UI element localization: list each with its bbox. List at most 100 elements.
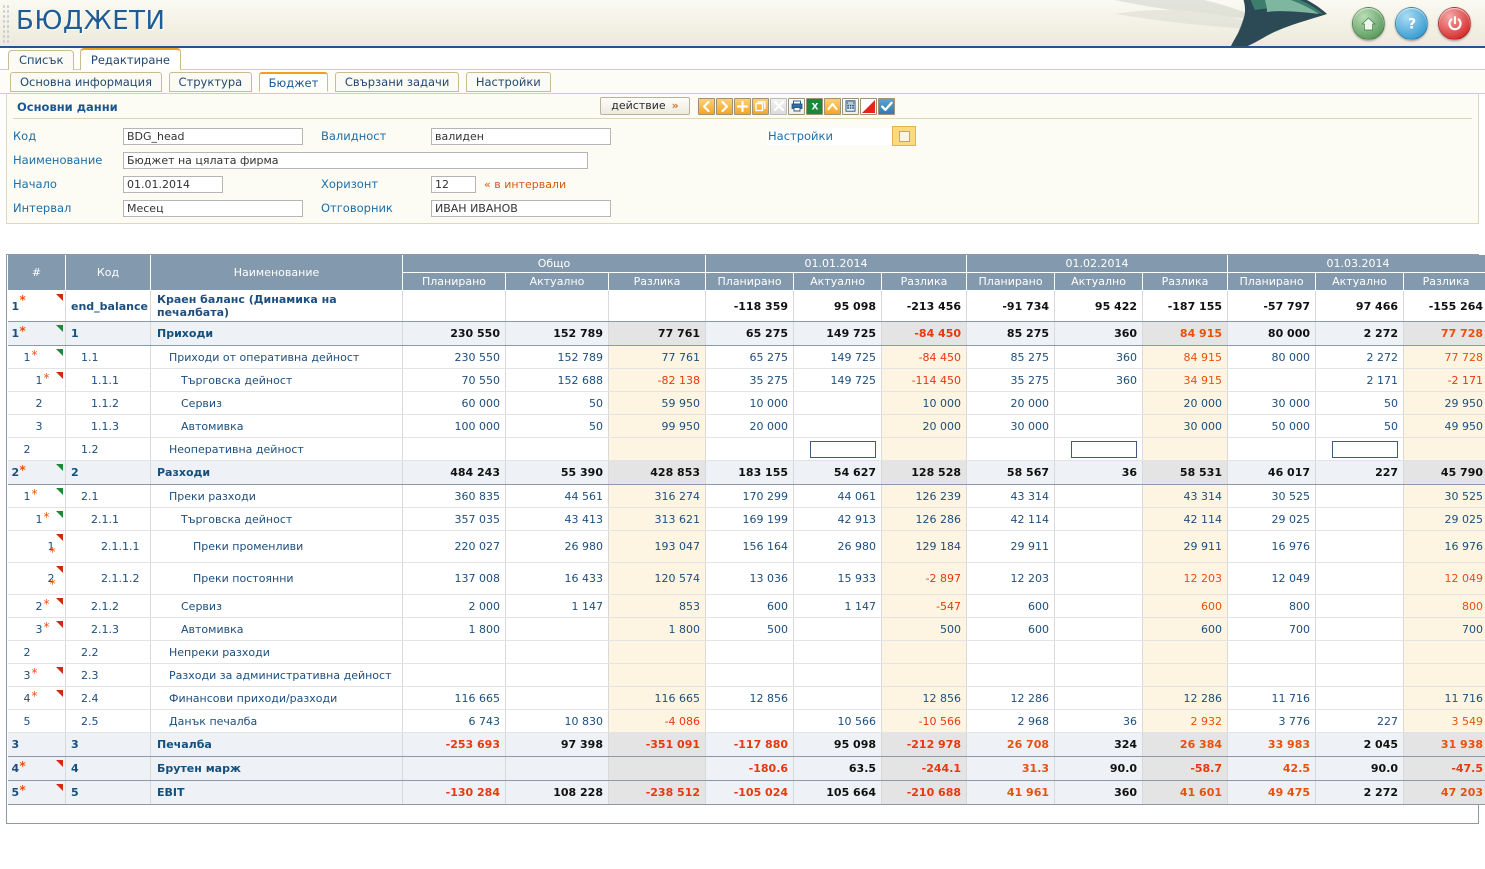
value-cell[interactable]: 15 933	[793, 562, 883, 595]
col-m2-planirano[interactable]: Планирано	[966, 272, 1056, 291]
row-code-cell[interactable]: 2.1	[65, 484, 151, 508]
value-cell[interactable]: 29 025	[1227, 507, 1317, 531]
col-m1-planirano[interactable]: Планирано	[705, 272, 795, 291]
table-row[interactable]: 3 * 2.1.3 Автомивка 1 800 1 800 500 500 600 600 70…	[7, 617, 1485, 641]
value-cell[interactable]: -47.5	[1403, 756, 1485, 781]
row-index-cell[interactable]: 2	[7, 640, 66, 664]
subtab-nastroyki[interactable]: Настройки	[465, 72, 551, 92]
value-cell[interactable]: 116 665	[402, 686, 506, 710]
add-plus-icon[interactable]	[734, 97, 751, 115]
validity-input[interactable]	[431, 127, 611, 145]
value-cell[interactable]: 1 147	[505, 594, 609, 618]
row-name-cell[interactable]: Приходи от оперативна дейност	[150, 345, 403, 369]
value-cell[interactable]: 42 114	[1142, 507, 1229, 531]
value-cell[interactable]: 1 147	[793, 594, 883, 618]
row-index-cell[interactable]: 3	[7, 414, 66, 438]
table-row[interactable]: 2 * 2.1.1.2 Преки постоянни 137 008 16 433 120…	[7, 562, 1485, 595]
value-cell[interactable]: 12 286	[1142, 686, 1229, 710]
value-cell[interactable]: 59 950	[608, 391, 707, 415]
value-cell[interactable]: -187 155	[1142, 290, 1229, 322]
value-cell[interactable]: 90.0	[1315, 756, 1405, 781]
up-arrow-icon[interactable]	[824, 97, 841, 115]
value-cell[interactable]: -2 897	[881, 562, 968, 595]
value-cell[interactable]: 316 274	[608, 484, 707, 508]
value-cell[interactable]: 2 272	[1315, 780, 1405, 805]
value-cell[interactable]: 12 049	[1403, 562, 1485, 595]
value-cell[interactable]: 120 574	[608, 562, 707, 595]
value-cell[interactable]: 137 008	[402, 562, 506, 595]
value-cell[interactable]	[1142, 437, 1229, 461]
row-index-cell[interactable]: 1 *	[7, 484, 66, 508]
value-cell[interactable]: 313 621	[608, 507, 707, 531]
value-cell[interactable]	[1054, 640, 1144, 664]
row-name-cell[interactable]: Брутен марж	[150, 756, 403, 781]
value-cell[interactable]: 500	[881, 617, 968, 641]
budget-grid[interactable]: # Код Наименование Общо 01.01.2014 01.02…	[6, 254, 1485, 824]
value-cell[interactable]: 6 743	[402, 709, 506, 733]
row-index-cell[interactable]: 2 *	[7, 460, 66, 485]
subtab-struktura[interactable]: Структура	[168, 72, 253, 92]
value-cell[interactable]: 169 199	[705, 507, 795, 531]
row-name-cell[interactable]: Неоперативна дейност	[150, 437, 403, 461]
row-name-cell[interactable]: Печалба	[150, 732, 403, 757]
value-cell[interactable]: -10 566	[881, 709, 968, 733]
value-cell[interactable]: 853	[608, 594, 707, 618]
row-name-cell[interactable]: Търговска дейност	[150, 368, 403, 392]
value-cell[interactable]	[402, 640, 506, 664]
value-cell[interactable]	[793, 617, 883, 641]
value-cell[interactable]: -57 797	[1227, 290, 1317, 322]
value-cell[interactable]: -238 512	[608, 780, 707, 805]
col-m3-razlika[interactable]: Разлика	[1403, 272, 1485, 291]
row-code-cell[interactable]: 5	[65, 780, 151, 805]
row-index-cell[interactable]: 5 *	[7, 780, 66, 805]
value-cell[interactable]: -253 693	[402, 732, 506, 757]
col-m1-razlika[interactable]: Разлика	[881, 272, 968, 291]
value-cell[interactable]: 13 036	[705, 562, 795, 595]
value-cell[interactable]: 227	[1315, 460, 1405, 485]
row-code-cell[interactable]: 2.1.1.2	[65, 562, 151, 595]
row-index-cell[interactable]: 1 *	[7, 368, 66, 392]
table-row[interactable]: 3 1.1.3 Автомивка 100 000 50 99 950 20 000 20 0…	[7, 414, 1485, 438]
value-cell[interactable]: 700	[1403, 617, 1485, 641]
row-index-cell[interactable]: 1 *	[7, 345, 66, 369]
value-cell[interactable]	[1054, 391, 1144, 415]
value-cell[interactable]: 45 790	[1403, 460, 1485, 485]
value-cell[interactable]: 20 000	[966, 391, 1056, 415]
table-row[interactable]: 2 1.2 Неоперативна дейност	[7, 437, 1485, 461]
value-cell[interactable]	[608, 756, 707, 781]
value-cell[interactable]: 230 550	[402, 345, 506, 369]
value-cell[interactable]: 428 853	[608, 460, 707, 485]
value-cell[interactable]	[402, 290, 506, 322]
value-cell[interactable]: 484 243	[402, 460, 506, 485]
value-cell[interactable]: 50	[505, 414, 609, 438]
value-cell[interactable]: 10 000	[705, 391, 795, 415]
value-cell[interactable]: 77 728	[1403, 321, 1485, 346]
value-cell[interactable]: 65 275	[705, 321, 795, 346]
delete-x-icon[interactable]	[770, 97, 787, 115]
table-row[interactable]: 3 * 2.3 Разходи за административна дейност	[7, 663, 1485, 687]
row-name-cell[interactable]: Автомивка	[150, 414, 403, 438]
value-cell[interactable]	[793, 414, 883, 438]
value-cell[interactable]: 44 561	[505, 484, 609, 508]
table-row[interactable]: 1 * 2.1.1.1 Преки променливи 220 027 26 980 19…	[7, 530, 1485, 563]
value-cell[interactable]: 34 915	[1142, 368, 1229, 392]
value-cell[interactable]: 800	[1403, 594, 1485, 618]
value-cell[interactable]: -212 978	[881, 732, 968, 757]
col-name[interactable]: Наименование	[150, 255, 403, 291]
value-cell[interactable]: 2 932	[1142, 709, 1229, 733]
table-row[interactable]: 5 2.5 Данък печалба 6 743 10 830 -4 086 10 566…	[7, 709, 1485, 733]
row-flag-red-triangle-icon[interactable]	[56, 534, 63, 541]
value-cell[interactable]: 43 314	[1142, 484, 1229, 508]
value-cell[interactable]: 44 061	[793, 484, 883, 508]
value-cell[interactable]	[505, 686, 609, 710]
value-cell[interactable]: 128 528	[881, 460, 968, 485]
value-cell[interactable]: 1 800	[608, 617, 707, 641]
value-cell[interactable]: -155 264	[1403, 290, 1485, 322]
row-name-cell[interactable]: Преки постоянни	[150, 562, 403, 595]
col-obshto-aktualno[interactable]: Актуално	[505, 272, 609, 291]
row-code-cell[interactable]: 2	[65, 460, 151, 485]
row-code-cell[interactable]: 2.1.1.1	[65, 530, 151, 563]
value-cell[interactable]: 54 627	[793, 460, 883, 485]
value-cell[interactable]: 20 000	[1142, 391, 1229, 415]
value-cell[interactable]: 152 688	[505, 368, 609, 392]
